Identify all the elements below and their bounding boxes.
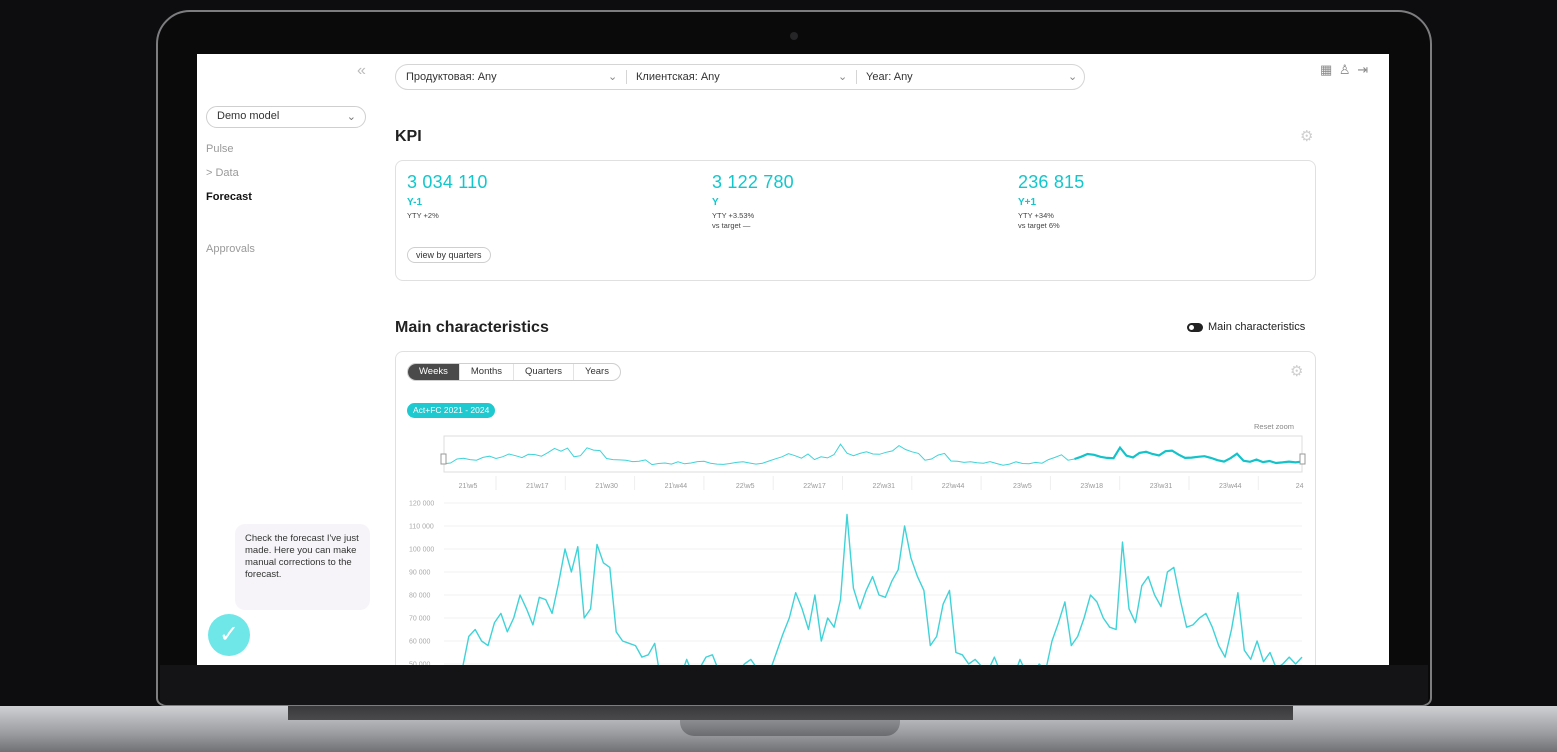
navigator-tick-label: 22\w44 bbox=[942, 483, 965, 490]
navigator-tick-label: 23\w5 bbox=[1013, 483, 1032, 490]
sidebar-item-forecast[interactable]: Forecast bbox=[206, 191, 252, 203]
kpi-label: Y bbox=[712, 197, 719, 208]
navigator-tick-label: 24 bbox=[1296, 483, 1304, 490]
kpi-card: 3 034 110 Y-1 YTY +2% 3 122 780 Y YTY +3… bbox=[395, 160, 1316, 281]
navigator-series-line bbox=[443, 443, 1075, 466]
view-by-quarters-button[interactable]: view by quarters bbox=[407, 247, 491, 263]
chart-card: Weeks Months Quarters Years ⚙ Act+FC 202… bbox=[395, 351, 1316, 665]
laptop-bottom-bezel bbox=[160, 665, 1428, 705]
kpi-value: 236 815 bbox=[1018, 172, 1085, 192]
filter-divider bbox=[856, 70, 857, 84]
logout-icon[interactable]: ⇥ bbox=[1357, 62, 1368, 77]
navigator-tick-label: 22\w17 bbox=[803, 483, 826, 490]
navigator-selected-series-line bbox=[1074, 445, 1303, 465]
y-tick-label: 80 000 bbox=[409, 593, 431, 600]
filter-product[interactable]: Продуктовая: Any bbox=[406, 71, 497, 83]
kpi-value: 3 034 110 bbox=[407, 172, 488, 192]
toggle-label: Main characteristics bbox=[1208, 321, 1306, 333]
laptop-hinge bbox=[288, 706, 1293, 720]
kpi-title: KPI bbox=[395, 128, 422, 145]
kpi-block-current: 3 122 780 Y YTY +3.53% vs target — bbox=[712, 172, 794, 231]
camera bbox=[790, 32, 798, 40]
model-select-value: Demo model bbox=[217, 110, 280, 122]
navigator-tick-label: 22\w31 bbox=[873, 483, 896, 490]
checkmark-icon[interactable]: ✓ bbox=[208, 614, 250, 656]
chart-main[interactable]: 120 000 110 000 100 000 90 000 80 000 70 000 6… bbox=[409, 501, 1303, 666]
laptop-notch bbox=[680, 720, 900, 736]
sidebar-item-data[interactable]: > Data bbox=[206, 167, 239, 179]
series-line bbox=[462, 513, 1303, 665]
navigator-tick-label: 23\w18 bbox=[1080, 483, 1103, 490]
y-tick-label: 100 000 bbox=[409, 547, 434, 554]
model-select[interactable]: Demo model ⌄ bbox=[206, 106, 366, 128]
filter-client[interactable]: Клиентская: Any bbox=[636, 71, 720, 83]
kpi-block-prev: 3 034 110 Y-1 YTY +2% bbox=[407, 172, 488, 221]
sidebar-item-approvals[interactable]: Approvals bbox=[206, 243, 255, 255]
chevron-down-icon: ⌄ bbox=[346, 111, 356, 123]
y-tick-label: 110 000 bbox=[409, 524, 434, 531]
chevron-down-icon[interactable]: ⌄ bbox=[608, 70, 617, 83]
filter-year[interactable]: Year: Any bbox=[866, 71, 913, 83]
navigator-tick-label: 21\w30 bbox=[595, 483, 618, 490]
kpi-yty: YTY +34% bbox=[1018, 211, 1054, 220]
kpi-label: Y-1 bbox=[407, 197, 423, 208]
navigator-tick-label: 21\w44 bbox=[665, 483, 688, 490]
y-tick-label: 120 000 bbox=[409, 501, 434, 508]
kpi-vs-target: vs target 6% bbox=[1018, 221, 1060, 230]
y-tick-label: 70 000 bbox=[409, 616, 431, 623]
kpi-yty: YTY +3.53% bbox=[712, 211, 755, 220]
navigator-handle-right[interactable] bbox=[1299, 453, 1306, 465]
y-tick-label: 90 000 bbox=[409, 570, 431, 577]
chevron-down-icon[interactable]: ⌄ bbox=[838, 70, 847, 83]
navigator-handle-left[interactable] bbox=[440, 453, 447, 465]
filter-bar: Продуктовая: Any ⌄ Клиентская: Any ⌄ Yea… bbox=[395, 64, 1085, 90]
filter-divider bbox=[626, 70, 627, 84]
navigator-tick-label: 21\w5 bbox=[459, 483, 478, 490]
top-icons: ▦ ♙ ⇥ bbox=[1320, 62, 1371, 78]
double-chevron-left-icon[interactable]: « bbox=[357, 63, 366, 79]
chevron-down-icon[interactable]: ⌄ bbox=[1068, 70, 1077, 83]
kpi-yty: YTY +2% bbox=[407, 211, 439, 220]
main-title: Main characteristics bbox=[395, 319, 549, 336]
kpi-block-next: 236 815 Y+1 YTY +34% vs target 6% bbox=[1018, 172, 1084, 231]
app-screen: « Demo model ⌄ Pulse > Data Forecast App… bbox=[197, 54, 1389, 665]
y-tick-label: 60 000 bbox=[409, 639, 431, 646]
chart-navigator[interactable]: 21\w5 21\w17 21\w30 21\w44 22\w5 22\w17 22\w31… bbox=[440, 435, 1315, 490]
forecast-chart[interactable]: 21\w5 21\w17 21\w30 21\w44 22\w5 22\w17 22\w31… bbox=[396, 352, 1315, 665]
navigator-tick-label: 22\w5 bbox=[736, 483, 755, 490]
user-icon[interactable]: ♙ bbox=[1339, 62, 1351, 77]
kpi-value: 3 122 780 bbox=[712, 172, 794, 192]
layout-icon[interactable]: ▦ bbox=[1320, 62, 1332, 77]
kpi-label: Y+1 bbox=[1018, 197, 1037, 208]
y-tick-label: 50 000 bbox=[409, 662, 431, 666]
kpi-vs-target: vs target — bbox=[712, 221, 751, 230]
navigator-tick-label: 23\w31 bbox=[1150, 483, 1173, 490]
toggle-switch[interactable] bbox=[1187, 322, 1203, 332]
sidebar-item-pulse[interactable]: Pulse bbox=[206, 143, 234, 155]
navigator-tick-label: 23\w44 bbox=[1219, 483, 1242, 490]
gear-icon[interactable]: ⚙ bbox=[1300, 127, 1313, 145]
navigator-tick-label: 21\w17 bbox=[526, 483, 549, 490]
main-characteristics-toggle[interactable]: Main characteristics bbox=[1187, 321, 1305, 333]
assistant-message: Check the forecast I've just made. Here … bbox=[235, 524, 370, 610]
